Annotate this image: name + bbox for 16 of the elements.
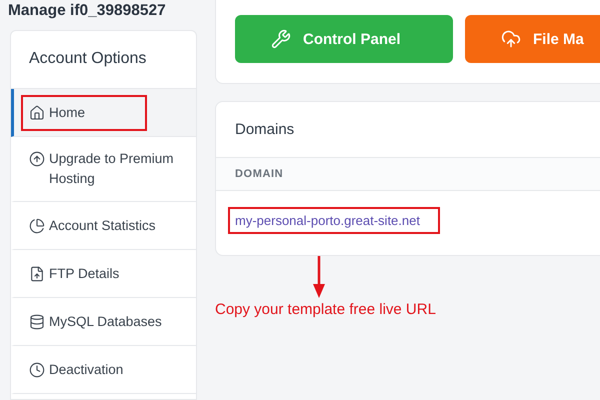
column-header: DOMAIN — [216, 158, 600, 191]
annotation-text: Copy your template free live URL — [215, 301, 436, 318]
domain-link[interactable]: my-personal-porto.great-site.net — [228, 206, 440, 234]
home-icon — [29, 104, 45, 120]
arrow-icon — [313, 256, 325, 298]
card-title: Domains — [235, 121, 294, 138]
page-title: Manage if0_39898527 — [8, 2, 167, 21]
highlight-frame: Home — [29, 102, 140, 122]
pie-chart-icon — [29, 218, 45, 234]
arrow-up-circle-icon — [29, 151, 45, 167]
database-icon — [29, 314, 45, 330]
clock-icon — [29, 362, 45, 378]
wrench-icon — [271, 29, 291, 49]
sidebar-item[interactable]: Home — [11, 89, 196, 137]
cloud-upload-icon — [501, 29, 521, 49]
file-upload-icon — [29, 266, 45, 282]
